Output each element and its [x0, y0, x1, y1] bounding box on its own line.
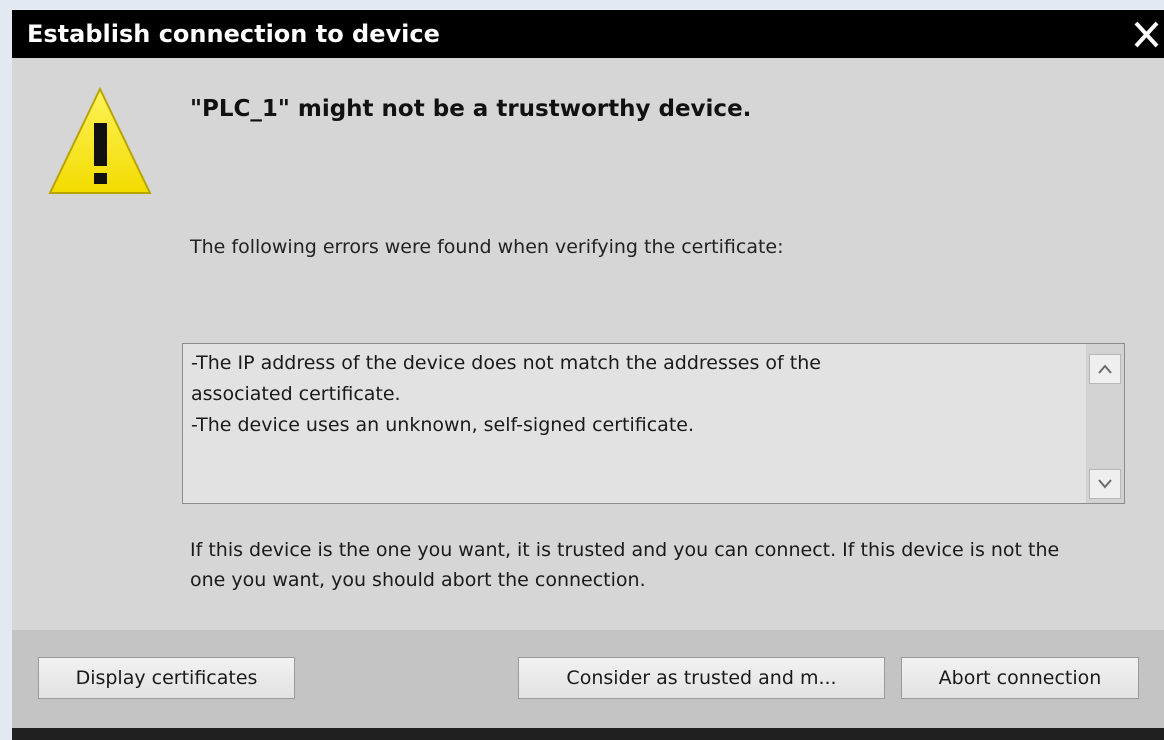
consider-trusted-button[interactable]: Consider as trusted and m... [518, 657, 885, 699]
scroll-down-button[interactable] [1089, 469, 1121, 499]
scroll-up-button[interactable] [1089, 354, 1121, 384]
page: Establish connection to device "PLC_1" m… [0, 0, 1164, 740]
error-line: -The IP address of the device does not m… [191, 352, 821, 374]
display-certificates-button[interactable]: Display certificates [38, 657, 295, 699]
error-line: associated certificate. [191, 383, 401, 405]
dialog-title: Establish connection to device [27, 20, 440, 48]
abort-connection-button[interactable]: Abort connection [901, 657, 1139, 699]
title-bar: Establish connection to device [12, 10, 1164, 58]
close-button[interactable] [1129, 13, 1163, 55]
error-lines: -The IP address of the device does not m… [191, 348, 1071, 441]
chevron-up-icon [1098, 364, 1112, 374]
scrollbar[interactable] [1086, 344, 1124, 503]
headline: "PLC_1" might not be a trustworthy devic… [190, 96, 752, 122]
chevron-down-icon [1098, 479, 1112, 489]
advice-text: If this device is the one you want, it i… [190, 539, 1060, 591]
button-bar: Display certificates Consider as trusted… [12, 630, 1164, 740]
close-icon [1134, 21, 1159, 48]
footer-edge [12, 728, 1164, 740]
intro-text: The following errors were found when ver… [190, 236, 784, 258]
establish-connection-dialog: Establish connection to device "PLC_1" m… [12, 10, 1164, 740]
error-list-box[interactable]: -The IP address of the device does not m… [182, 343, 1125, 504]
error-line: -The device uses an unknown, self-signed… [191, 414, 694, 436]
warning-triangle-icon [48, 86, 152, 194]
